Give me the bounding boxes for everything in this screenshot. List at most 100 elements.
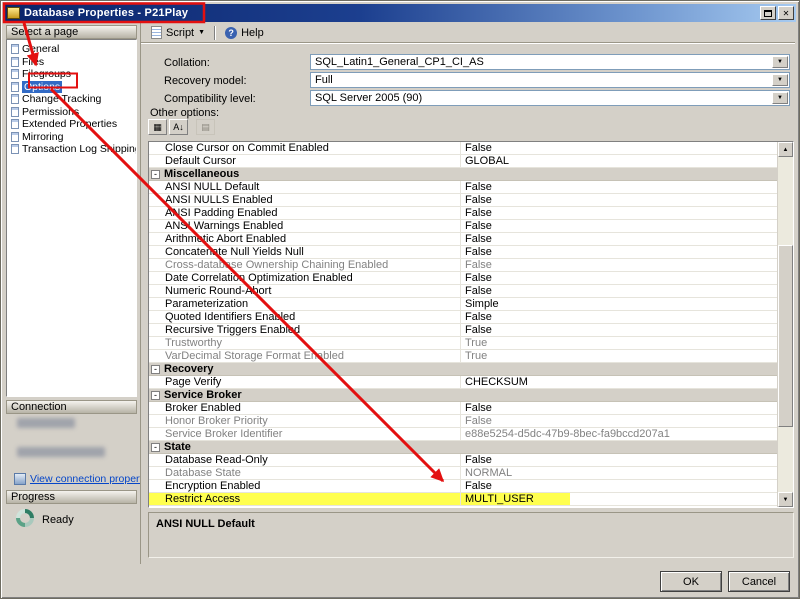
grid-row-trustworthy[interactable]: TrustworthyTrue [149,337,777,350]
property-name: Database Read-Only [149,454,461,466]
property-value[interactable]: NORMAL [461,467,777,479]
close-button[interactable]: ✕ [778,6,794,20]
grid-row-restrict-access[interactable]: Restrict AccessMULTI_USER [149,493,777,506]
property-value[interactable]: False [461,246,777,258]
grid-category-miscellaneous[interactable]: -Miscellaneous [149,168,777,181]
grid-toolbar: ▦ A↓ ▤ [148,119,215,135]
grid-row-numeric-round-abort[interactable]: Numeric Round-AbortFalse [149,285,777,298]
grid-category-recovery[interactable]: -Recovery [149,363,777,376]
grid-category-state[interactable]: -State [149,441,777,454]
compatibility-level-combobox[interactable]: SQL Server 2005 (90) ▼ [310,90,790,106]
grid-row-default-cursor[interactable]: Default CursorGLOBAL [149,155,777,168]
maximize-button[interactable] [760,6,776,20]
property-value[interactable]: False [461,233,777,245]
grid-row-ansi-padding-enabled[interactable]: ANSI Padding EnabledFalse [149,207,777,220]
recovery-model-combobox[interactable]: Full ▼ [310,72,790,88]
property-value[interactable]: GLOBAL [461,155,777,167]
sidebar-item-change-tracking[interactable]: Change Tracking [7,93,136,106]
property-value[interactable]: False [461,285,777,297]
collapse-icon[interactable]: - [151,443,160,452]
script-dropdown-arrow-icon[interactable]: ▼ [198,29,205,36]
grid-row-ansi-null-default[interactable]: ANSI NULL DefaultFalse [149,181,777,194]
scroll-down-button[interactable]: ▼ [778,492,793,507]
property-name: ANSI Warnings Enabled [149,220,461,232]
chevron-down-icon: ▼ [777,59,783,65]
sidebar-item-permissions[interactable]: Permissions [7,106,136,119]
alphabetical-sort-icon: A↓ [173,122,184,132]
ok-button[interactable]: OK [660,571,722,592]
grid-row-date-correlation-optimization-enabled[interactable]: Date Correlation Optimization EnabledFal… [149,272,777,285]
categorized-view-button[interactable]: ▦ [148,119,167,135]
collation-label: Collation: [164,57,210,69]
property-pages-icon: ▤ [201,122,210,133]
property-value[interactable]: False [461,220,777,232]
sidebar-item-general[interactable]: General [7,43,136,56]
property-value[interactable]: False [461,207,777,219]
grid-row-close-cursor-on-commit-enabled[interactable]: Close Cursor on Commit EnabledFalse [149,142,777,155]
grid-row-vardecimal-storage-format-enabled[interactable]: VarDecimal Storage Format EnabledTrue [149,350,777,363]
property-value[interactable]: False [461,311,777,323]
sidebar-item-filegroups[interactable]: Filegroups [7,68,136,81]
collapse-icon[interactable]: - [151,391,160,400]
grid-row-honor-broker-priority[interactable]: Honor Broker PriorityFalse [149,415,777,428]
sidebar-item-extended-properties[interactable]: Extended Properties [7,118,136,131]
help-button[interactable]: ? Help [220,26,269,40]
sidebar-item-files[interactable]: Files [7,56,136,69]
property-value[interactable]: False [461,454,777,466]
grid-row-ansi-nulls-enabled[interactable]: ANSI NULLS EnabledFalse [149,194,777,207]
property-value[interactable]: False [461,142,777,154]
progress-status: Ready [42,514,74,526]
property-value[interactable]: False [461,415,777,427]
grid-row-parameterization[interactable]: ParameterizationSimple [149,298,777,311]
grid-row-database-state[interactable]: Database StateNORMAL [149,467,777,480]
collation-dropdown-button[interactable]: ▼ [772,56,788,68]
recovery-model-dropdown-button[interactable]: ▼ [772,74,788,86]
property-value[interactable]: False [461,181,777,193]
property-value[interactable]: False [461,194,777,206]
compatibility-dropdown-button[interactable]: ▼ [772,92,788,104]
property-value[interactable]: Simple [461,298,777,310]
property-value[interactable]: e88e5254-d5dc-47b9-8bec-fa9bccd207a1 [461,428,777,440]
property-value[interactable]: MULTI_USER [461,493,777,505]
grid-row-arithmetic-abort-enabled[interactable]: Arithmetic Abort EnabledFalse [149,233,777,246]
sidebar-item-mirroring[interactable]: Mirroring [7,131,136,144]
view-connection-properties-link[interactable]: View connection properties [30,473,156,485]
progress-spinner-icon [16,509,34,527]
sidebar-item-label: General [22,43,59,55]
sidebar-item-transaction-log-shipping[interactable]: Transaction Log Shipping [7,143,136,156]
scrollbar-thumb[interactable] [778,245,793,427]
grid-row-database-read-only[interactable]: Database Read-OnlyFalse [149,454,777,467]
collation-combobox[interactable]: SQL_Latin1_General_CP1_CI_AS ▼ [310,54,790,70]
grid-row-service-broker-identifier[interactable]: Service Broker Identifiere88e5254-d5dc-4… [149,428,777,441]
property-value[interactable]: False [461,324,777,336]
scroll-up-button[interactable]: ▲ [778,142,793,157]
grid-row-quoted-identifiers-enabled[interactable]: Quoted Identifiers EnabledFalse [149,311,777,324]
script-button[interactable]: Script ▼ [146,25,210,40]
sidebar-item-options[interactable]: Options [7,81,136,94]
property-value[interactable]: True [461,350,777,362]
titlebar[interactable]: Database Properties - P21Play ✕ [4,4,796,22]
grid-row-recursive-triggers-enabled[interactable]: Recursive Triggers EnabledFalse [149,324,777,337]
cancel-button[interactable]: Cancel [728,571,790,592]
collapse-icon[interactable]: - [151,170,160,179]
property-name: Numeric Round-Abort [149,285,461,297]
grid-row-ansi-warnings-enabled[interactable]: ANSI Warnings EnabledFalse [149,220,777,233]
alphabetical-view-button[interactable]: A↓ [169,119,188,135]
property-value[interactable]: False [461,272,777,284]
grid-row-concatenate-null-yields-null[interactable]: Concatenate Null Yields NullFalse [149,246,777,259]
property-value[interactable]: False [461,480,777,492]
chevron-down-icon: ▼ [777,77,783,83]
collapse-icon[interactable]: - [151,365,160,374]
grid-scrollbar[interactable]: ▲ ▼ [777,142,793,507]
grid-row-cross-database-ownership-chaining-enabled[interactable]: Cross-database Ownership Chaining Enable… [149,259,777,272]
maximize-icon [764,10,772,17]
property-value[interactable]: True [461,337,777,349]
redacted-server-name [17,418,75,428]
property-value[interactable]: False [461,259,777,271]
grid-row-broker-enabled[interactable]: Broker EnabledFalse [149,402,777,415]
grid-category-service-broker[interactable]: -Service Broker [149,389,777,402]
grid-row-page-verify[interactable]: Page VerifyCHECKSUM [149,376,777,389]
property-value[interactable]: False [461,402,777,414]
property-value[interactable]: CHECKSUM [461,376,777,388]
grid-row-encryption-enabled[interactable]: Encryption EnabledFalse [149,480,777,493]
